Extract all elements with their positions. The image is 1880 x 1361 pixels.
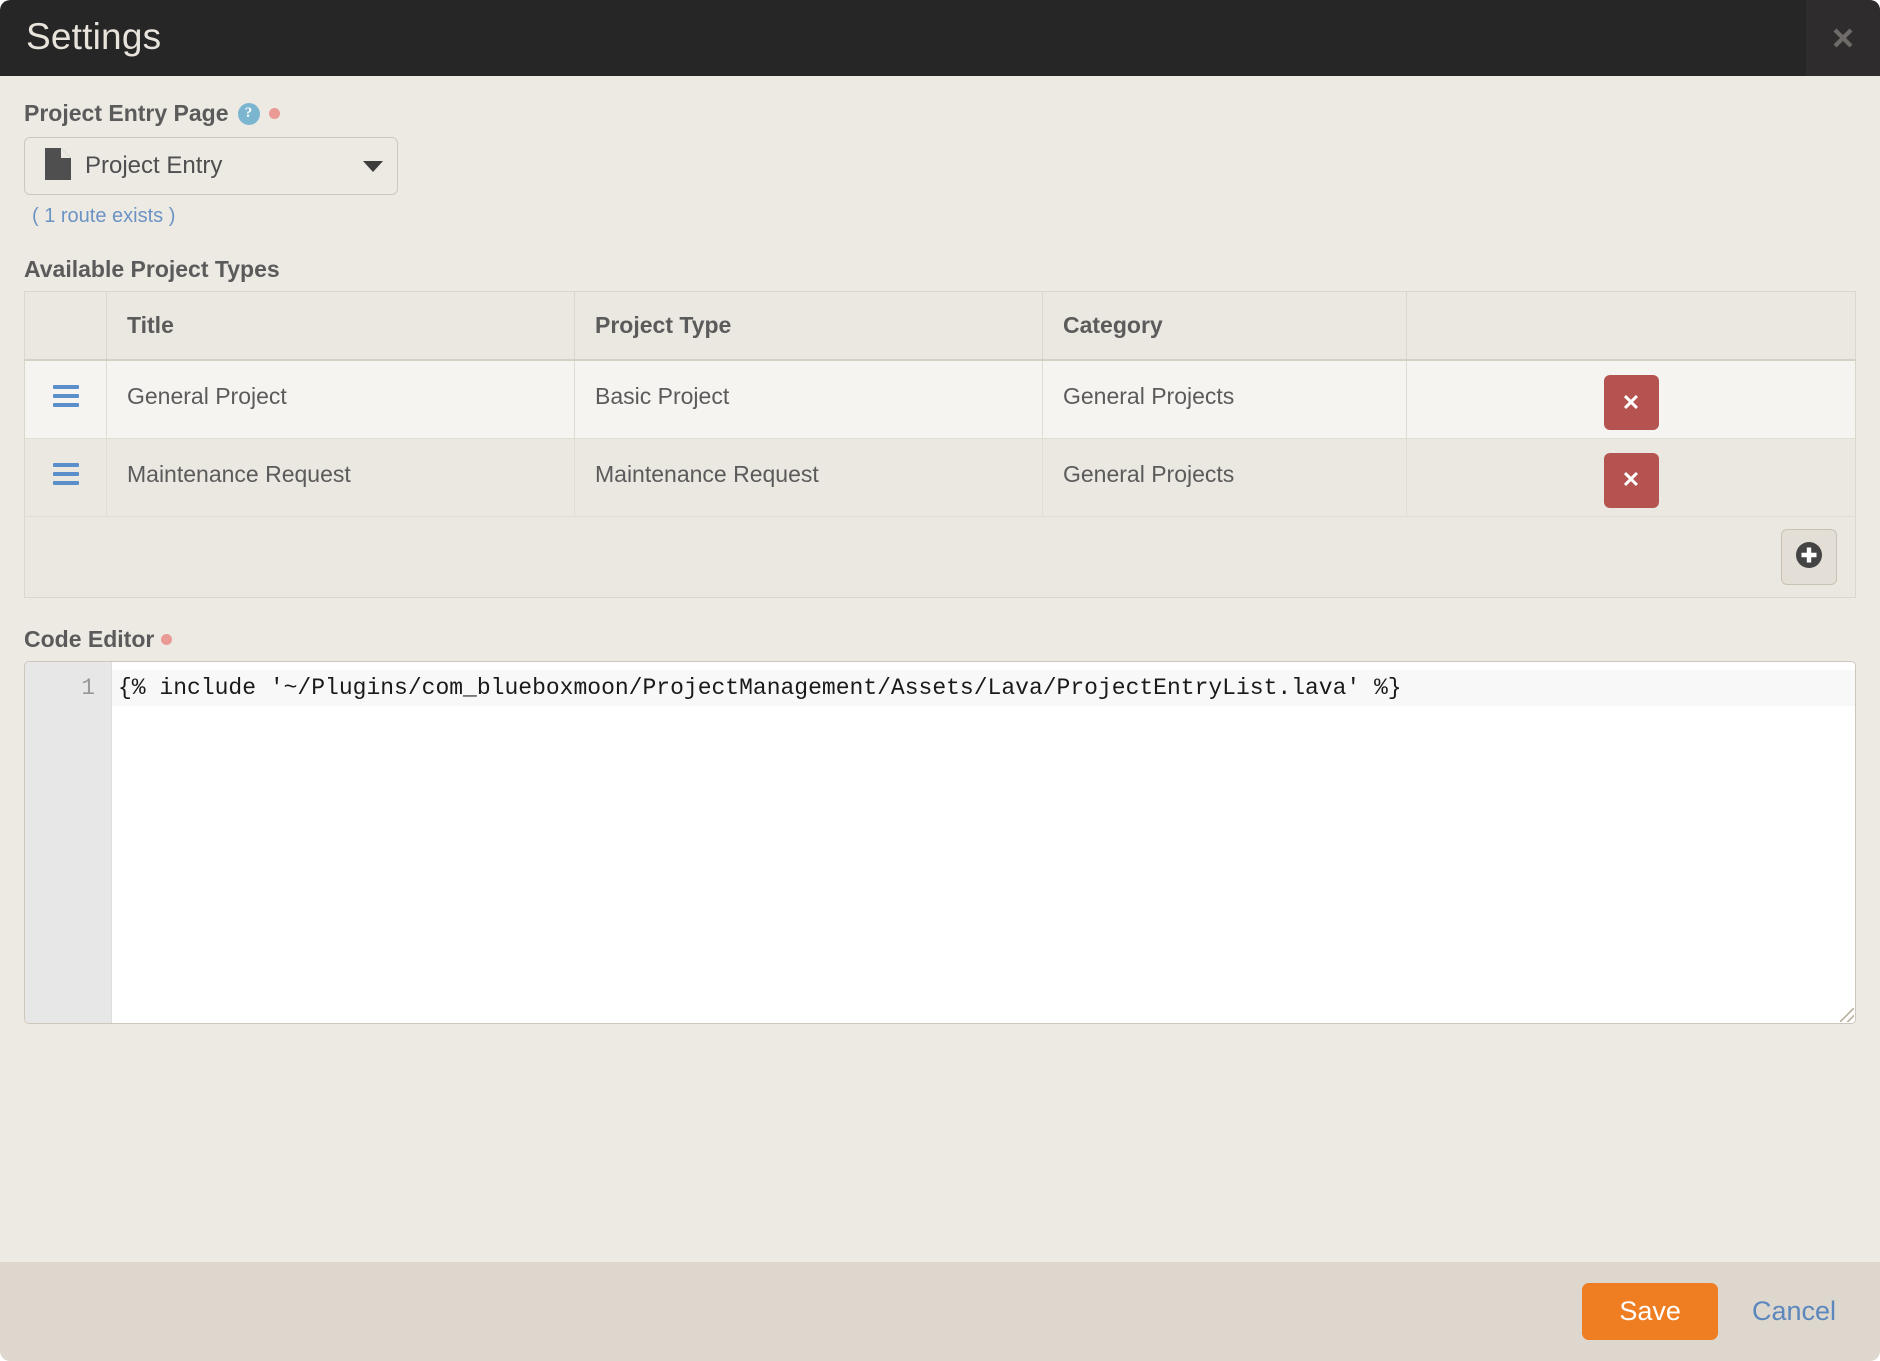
column-header-project-type: Project Type [574,291,1043,361]
code-text-area[interactable]: {% include '~/Plugins/com_blueboxmoon/Pr… [112,661,1855,1023]
page-picker[interactable]: Project Entry [24,137,398,195]
add-row-button[interactable] [1781,528,1837,585]
help-icon[interactable]: ? [237,102,260,125]
project-entry-page-label-text: Project Entry Page [24,100,229,126]
plus-circle-icon [1795,541,1823,572]
code-editor-label: Code Editor [24,625,1856,652]
table-foot [24,516,1856,597]
delete-row-button[interactable]: ✕ [1603,375,1659,430]
required-indicator [268,108,280,119]
drag-handle-icon[interactable] [52,385,79,407]
page-title: Settings [26,15,162,57]
modal-footer: Save Cancel [0,1262,1880,1361]
table-row: General Project Basic Project General Pr… [24,360,1856,439]
cell-category: General Projects [1042,360,1407,439]
cell-category: General Projects [1042,438,1407,517]
drag-handle-icon[interactable] [52,462,79,485]
code-gutter: 1 [25,661,112,1023]
close-icon [1830,25,1856,51]
cell-actions: ✕ [1406,438,1856,517]
settings-modal: Settings Project Entry Page ? Project En… [0,0,1880,1361]
project-types-table: Title Project Type Category General Proj… [24,291,1856,598]
table-head: Title Project Type Category [24,291,1856,361]
code-editor[interactable]: 1 {% include '~/Plugins/com_blueboxmoon/… [24,660,1856,1024]
project-entry-page-label: Project Entry Page ? [24,102,1856,125]
modal-header: Settings [0,0,1880,76]
page-picker-value: Project Entry [85,152,223,179]
cell-actions: ✕ [1406,360,1856,439]
row-drag-cell[interactable] [24,438,107,517]
save-button[interactable]: Save [1582,1283,1718,1340]
chevron-down-icon [363,160,383,172]
column-header-actions [1406,291,1856,361]
cell-title: General Project [106,360,575,439]
table-body: General Project Basic Project General Pr… [24,360,1856,517]
close-button[interactable] [1806,0,1880,76]
cell-title: Maintenance Request [106,438,575,517]
cancel-button[interactable]: Cancel [1752,1298,1836,1325]
line-number: 1 [81,674,95,701]
required-indicator [161,633,173,645]
delete-row-button[interactable]: ✕ [1603,452,1659,508]
row-drag-cell[interactable] [24,360,107,439]
cell-project-type: Basic Project [574,360,1043,439]
route-note: ( 1 route exists ) [32,205,176,227]
code-editor-label-text: Code Editor [24,625,155,652]
available-project-types-label: Available Project Types [24,256,280,282]
cell-project-type: Maintenance Request [574,438,1043,517]
modal-body: Project Entry Page ? Project Entry ( 1 r… [0,76,1880,1262]
column-header-title: Title [106,291,575,361]
table-row: Maintenance Request Maintenance Request … [24,438,1856,517]
code-line: {% include '~/Plugins/com_blueboxmoon/Pr… [112,669,1855,706]
column-header-category: Category [1042,291,1407,361]
table-header-row: Title Project Type Category [24,291,1856,361]
add-row-cell [24,516,1856,597]
file-icon [45,147,71,185]
resize-handle[interactable] [1840,1007,1854,1022]
column-header-handle [24,291,107,361]
table-footer-row [24,516,1856,597]
